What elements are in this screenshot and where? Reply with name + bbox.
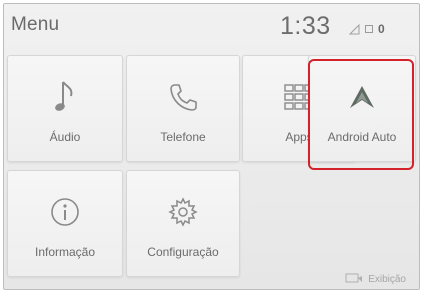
display-button[interactable]: Exibição bbox=[345, 273, 406, 285]
clock: 1:33 bbox=[280, 12, 331, 40]
status-bar: Menu 1:33 0 bbox=[4, 4, 419, 46]
message-icon bbox=[365, 25, 373, 33]
display-label: Exibição bbox=[368, 273, 406, 285]
tile-informacao[interactable]: Informação bbox=[7, 170, 123, 277]
gear-icon bbox=[168, 197, 198, 227]
status-icons: 0 bbox=[349, 22, 385, 36]
signal-icon bbox=[349, 23, 360, 34]
tile-informacao-label: Informação bbox=[34, 245, 96, 259]
info-icon bbox=[51, 198, 79, 226]
tile-audio[interactable]: Áudio bbox=[7, 55, 123, 162]
tile-android-auto-label: Android Auto bbox=[327, 130, 397, 144]
tile-telefone-label: Telefone bbox=[160, 130, 206, 144]
android-auto-icon bbox=[350, 86, 374, 108]
tile-android-auto[interactable]: Android Auto bbox=[308, 55, 416, 162]
message-count: 0 bbox=[378, 22, 385, 36]
music-note-icon bbox=[55, 81, 73, 111]
tile-audio-label: Áudio bbox=[49, 130, 81, 144]
page-title: Menu bbox=[11, 14, 60, 35]
tile-configuracao-label: Configuração bbox=[147, 245, 219, 259]
tile-configuracao[interactable]: Configuração bbox=[126, 170, 240, 277]
phone-icon bbox=[170, 84, 197, 111]
tile-telefone[interactable]: Telefone bbox=[126, 55, 240, 162]
display-icon bbox=[345, 273, 363, 283]
head-unit-screen: Menu 1:33 0 Áudio Telefone Apps Android … bbox=[3, 3, 420, 290]
